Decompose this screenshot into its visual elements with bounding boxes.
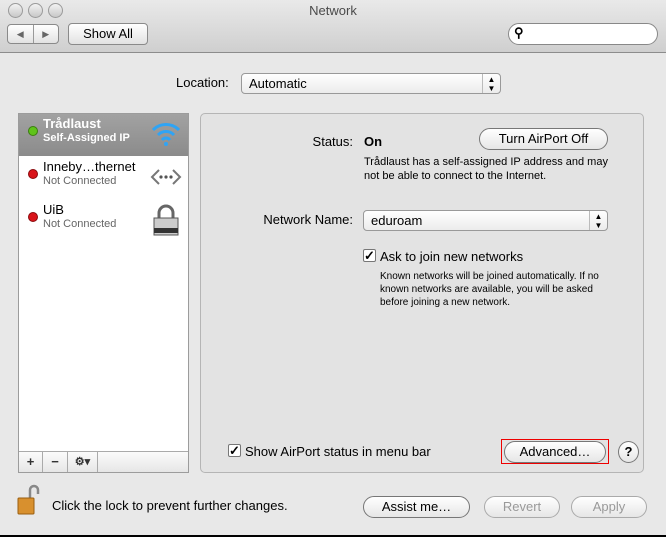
advanced-button[interactable]: Advanced…: [504, 441, 606, 463]
apply-button[interactable]: Apply: [571, 496, 647, 518]
vpn-lock-icon: [153, 204, 179, 236]
revert-button[interactable]: Revert: [484, 496, 560, 518]
title-bar: Network ◀ ▶ Show All ⚲: [0, 0, 666, 53]
ask-join-checkbox[interactable]: ✓: [363, 249, 376, 262]
help-button[interactable]: ?: [618, 441, 639, 463]
wifi-icon: [151, 123, 181, 146]
service-name: UiB: [43, 202, 64, 217]
show-status-label: Show AirPort status in menu bar: [245, 444, 431, 459]
network-name-select[interactable]: eduroam ▲ ▼: [363, 210, 608, 231]
service-item-uib[interactable]: UiB Not Connected: [19, 200, 188, 242]
service-status: Self-Assigned IP: [43, 132, 130, 144]
service-name: Inneby…thernet: [43, 159, 136, 174]
search-field[interactable]: ⚲: [508, 23, 658, 45]
detail-panel: Status: On Turn AirPort Off Trådlaust ha…: [200, 113, 644, 473]
service-status: Not Connected: [43, 175, 117, 187]
status-label: Status:: [312, 134, 353, 149]
advanced-highlight: Advanced…: [501, 439, 609, 464]
remove-service-button[interactable]: −: [43, 452, 68, 472]
service-list: Trådlaust Self-Assigned IP Inneby…therne…: [18, 113, 189, 473]
status-dot: [28, 126, 38, 136]
service-name: Trådlaust: [43, 116, 101, 131]
updown-arrow-icon: ▲ ▼: [482, 74, 500, 93]
list-toolbar: + − ⚙▾: [19, 451, 188, 472]
location-value: Automatic: [249, 76, 307, 91]
back-button[interactable]: ◀: [8, 25, 34, 43]
location-label: Location:: [176, 75, 229, 90]
forward-button[interactable]: ▶: [34, 25, 59, 43]
window-title: Network: [309, 3, 357, 18]
unlocked-lock-icon[interactable]: [16, 484, 42, 516]
show-status-checkbox[interactable]: ✓: [228, 444, 241, 457]
service-status: Not Connected: [43, 218, 117, 230]
ask-join-label: Ask to join new networks: [380, 249, 524, 264]
network-name-label: Network Name:: [263, 212, 353, 227]
action-menu-button[interactable]: ⚙▾: [68, 452, 98, 472]
network-name-value: eduroam: [371, 213, 423, 228]
status-dot: [28, 169, 38, 179]
location-select[interactable]: Automatic ▲ ▼: [241, 73, 501, 94]
search-icon: ⚲: [514, 25, 524, 40]
add-service-button[interactable]: +: [19, 452, 43, 472]
lock-text: Click the lock to prevent further change…: [52, 498, 288, 513]
show-all-button[interactable]: Show All: [68, 23, 148, 45]
ask-join-description: Known networks will be joined automatica…: [380, 271, 599, 308]
service-item-tradlaust[interactable]: Trådlaust Self-Assigned IP: [19, 114, 188, 156]
turn-airport-off-button[interactable]: Turn AirPort Off: [479, 128, 608, 150]
service-item-ethernet[interactable]: Inneby…thernet Not Connected: [19, 157, 188, 199]
nav-buttons: ◀ ▶: [7, 24, 59, 44]
status-dot: [28, 212, 38, 222]
assist-me-button[interactable]: Assist me…: [363, 496, 470, 518]
updown-arrow-icon: ▲ ▼: [589, 211, 607, 230]
status-value: On: [364, 134, 383, 149]
ethernet-icon: [150, 169, 182, 185]
status-description: Trådlaust has a self-assigned IP address…: [364, 156, 608, 182]
